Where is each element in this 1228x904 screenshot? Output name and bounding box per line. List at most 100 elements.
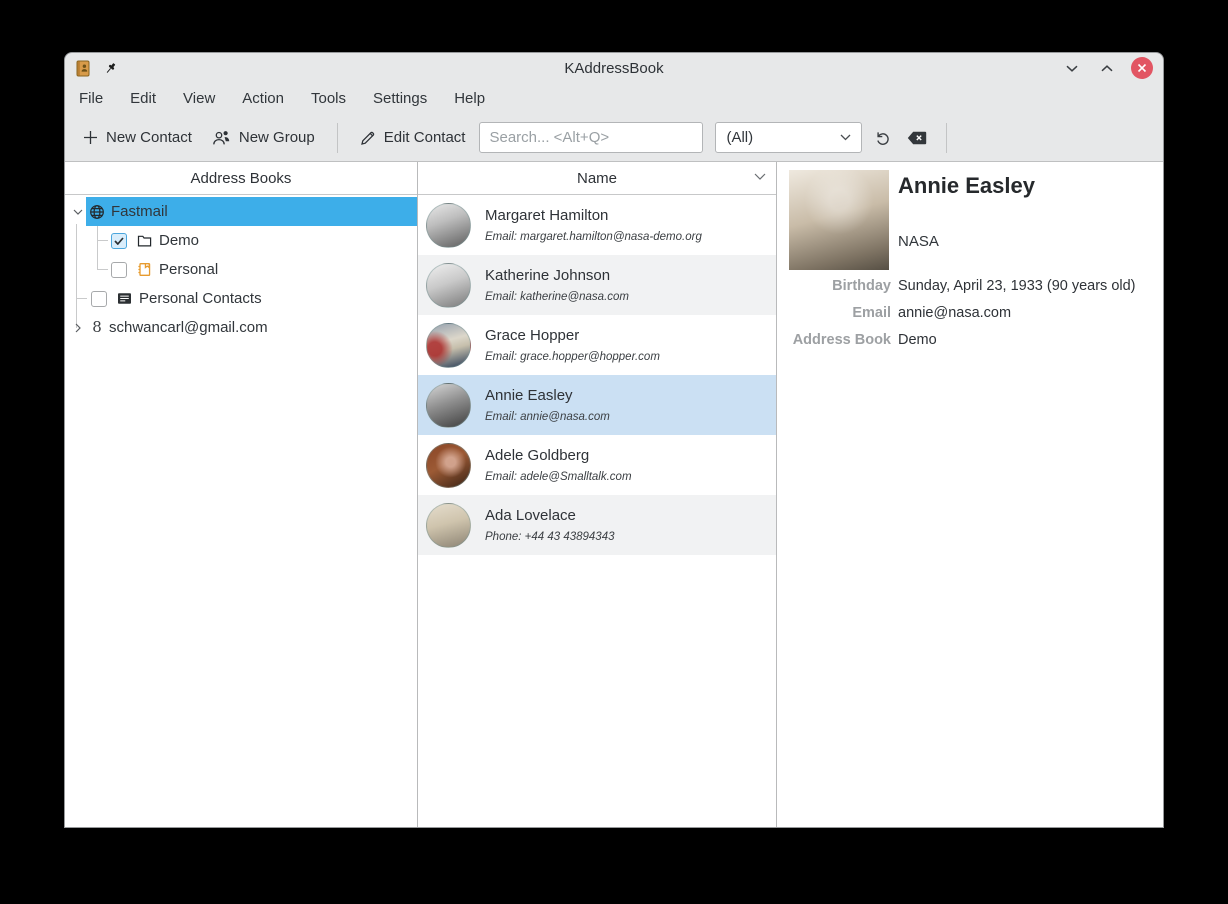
field-label: Email bbox=[777, 304, 891, 323]
contact-list-panel: Name Margaret Hamilton Email: margaret.h… bbox=[418, 162, 777, 827]
plus-icon bbox=[83, 130, 98, 145]
contacts-directory-icon bbox=[116, 291, 132, 307]
contact-detail-name: Annie Easley bbox=[898, 173, 1035, 199]
globe-icon bbox=[89, 204, 105, 220]
maximize-button[interactable] bbox=[1096, 57, 1118, 79]
field-row-birthday: Birthday Sunday, April 23, 1933 (90 year… bbox=[777, 277, 1153, 296]
contact-row-margaret-hamilton[interactable]: Margaret Hamilton Email: margaret.hamilt… bbox=[418, 195, 776, 255]
contact-row-adele-goldberg[interactable]: Adele Goldberg Email: adele@Smalltalk.co… bbox=[418, 435, 776, 495]
contact-detail: Email: annie@nasa.com bbox=[485, 411, 610, 423]
contact-detail: Email: margaret.hamilton@nasa-demo.org bbox=[485, 231, 702, 243]
sidebar-item-label: schwancarl@gmail.com bbox=[109, 319, 268, 336]
sidebar-item-demo[interactable]: Demo bbox=[65, 226, 417, 255]
contact-detail: Phone: +44 43 43894343 bbox=[485, 531, 615, 543]
address-books-tree: Fastmail Demo Personal bbox=[65, 195, 417, 342]
collapse-expander-icon[interactable] bbox=[71, 209, 85, 215]
toolbar: New Contact New Group Edit Contact (All) bbox=[65, 114, 1163, 161]
group-icon bbox=[212, 130, 231, 146]
contact-avatar bbox=[426, 263, 471, 308]
name-column-header[interactable]: Name bbox=[418, 162, 776, 195]
menu-action[interactable]: Action bbox=[241, 88, 285, 109]
close-button[interactable] bbox=[1131, 57, 1153, 79]
contact-organization: NASA bbox=[898, 233, 939, 250]
field-label: Birthday bbox=[777, 277, 891, 296]
sidebar-item-fastmail[interactable]: Fastmail bbox=[65, 197, 417, 226]
window-title: KAddressBook bbox=[65, 60, 1163, 77]
demo-checkbox[interactable] bbox=[111, 233, 127, 249]
sidebar-item-label: Personal Contacts bbox=[139, 290, 262, 307]
folder-icon bbox=[136, 233, 152, 249]
contact-row-ada-lovelace[interactable]: Ada Lovelace Phone: +44 43 43894343 bbox=[418, 495, 776, 555]
clear-search-button[interactable] bbox=[904, 125, 930, 151]
contact-name: Margaret Hamilton bbox=[485, 207, 702, 224]
personal-checkbox[interactable] bbox=[111, 262, 127, 278]
category-filter-value: (All) bbox=[726, 129, 834, 146]
contact-photo bbox=[789, 170, 889, 270]
contact-fields: Birthday Sunday, April 23, 1933 (90 year… bbox=[777, 277, 1153, 358]
contact-details-panel: Annie Easley NASA Birthday Sunday, April… bbox=[777, 162, 1163, 827]
pin-icon[interactable] bbox=[103, 61, 118, 76]
address-books-panel: Address Books Fastmail bbox=[65, 162, 418, 827]
field-label: Address Book bbox=[777, 331, 891, 350]
minimize-button[interactable] bbox=[1061, 57, 1083, 79]
sidebar-item-personal-contacts[interactable]: Personal Contacts bbox=[65, 284, 417, 313]
edit-contact-label: Edit Contact bbox=[384, 129, 466, 146]
sidebar-item-gmail-account[interactable]: 8 schwancarl@gmail.com bbox=[65, 313, 417, 342]
pencil-icon bbox=[360, 130, 376, 146]
new-contact-button[interactable]: New Contact bbox=[77, 125, 198, 150]
address-book-icon bbox=[136, 262, 152, 278]
chevron-down-icon bbox=[840, 134, 851, 141]
menu-file[interactable]: File bbox=[78, 88, 104, 109]
menu-edit[interactable]: Edit bbox=[129, 88, 157, 109]
contact-avatar bbox=[426, 443, 471, 488]
expand-expander-icon[interactable] bbox=[71, 323, 85, 333]
category-filter-dropdown[interactable]: (All) bbox=[715, 122, 862, 153]
undo-icon bbox=[875, 130, 891, 146]
contact-name: Ada Lovelace bbox=[485, 507, 615, 524]
menu-settings[interactable]: Settings bbox=[372, 88, 428, 109]
contact-detail: Email: grace.hopper@hopper.com bbox=[485, 351, 660, 363]
sort-chevron-icon bbox=[754, 173, 766, 180]
titlebar[interactable]: KAddressBook bbox=[65, 53, 1163, 83]
sidebar-item-label: Demo bbox=[159, 232, 199, 249]
new-group-label: New Group bbox=[239, 129, 315, 146]
contact-avatar bbox=[426, 383, 471, 428]
address-books-header: Address Books bbox=[65, 162, 417, 195]
new-contact-label: New Contact bbox=[106, 129, 192, 146]
menubar: File Edit View Action Tools Settings Hel… bbox=[65, 83, 1163, 114]
contact-name: Katherine Johnson bbox=[485, 267, 629, 284]
toolbar-separator bbox=[337, 123, 338, 153]
contact-name: Adele Goldberg bbox=[485, 447, 632, 464]
contact-name: Annie Easley bbox=[485, 387, 610, 404]
edit-contact-button[interactable]: Edit Contact bbox=[354, 125, 472, 150]
contact-avatar bbox=[426, 323, 471, 368]
field-value[interactable]: annie@nasa.com bbox=[898, 304, 1011, 323]
app-icon[interactable] bbox=[75, 60, 91, 77]
undo-search-button[interactable] bbox=[870, 125, 896, 151]
contact-row-grace-hopper[interactable]: Grace Hopper Email: grace.hopper@hopper.… bbox=[418, 315, 776, 375]
contact-detail: Email: adele@Smalltalk.com bbox=[485, 471, 632, 483]
menu-view[interactable]: View bbox=[182, 88, 216, 109]
menu-tools[interactable]: Tools bbox=[310, 88, 347, 109]
new-group-button[interactable]: New Group bbox=[206, 125, 321, 150]
field-value: Sunday, April 23, 1933 (90 years old) bbox=[898, 277, 1136, 296]
field-value: Demo bbox=[898, 331, 937, 350]
contact-avatar bbox=[426, 203, 471, 248]
field-row-address-book: Address Book Demo bbox=[777, 331, 1153, 350]
google-account-icon: 8 bbox=[91, 320, 103, 336]
contact-avatar bbox=[426, 503, 471, 548]
personal-contacts-checkbox[interactable] bbox=[91, 291, 107, 307]
contact-name: Grace Hopper bbox=[485, 327, 660, 344]
search-input[interactable] bbox=[479, 122, 703, 153]
contact-row-katherine-johnson[interactable]: Katherine Johnson Email: katherine@nasa.… bbox=[418, 255, 776, 315]
name-column-label: Name bbox=[577, 170, 617, 187]
sidebar-item-label: Personal bbox=[159, 261, 218, 278]
toolbar-separator bbox=[946, 123, 947, 153]
kaddressbook-window: KAddressBook File Edit View Action Tools… bbox=[64, 52, 1164, 828]
sidebar-item-label: Fastmail bbox=[111, 203, 168, 220]
menu-help[interactable]: Help bbox=[453, 88, 486, 109]
field-row-email: Email annie@nasa.com bbox=[777, 304, 1153, 323]
backspace-clear-icon bbox=[907, 131, 927, 145]
contact-row-annie-easley[interactable]: Annie Easley Email: annie@nasa.com bbox=[418, 375, 776, 435]
sidebar-item-personal[interactable]: Personal bbox=[65, 255, 417, 284]
